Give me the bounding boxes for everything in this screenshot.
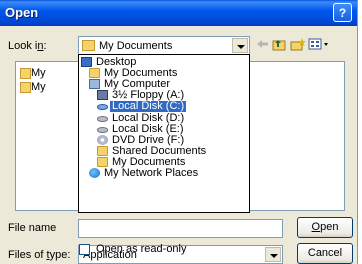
list-item[interactable]: My Pic bbox=[20, 81, 46, 95]
file-name-field[interactable] bbox=[78, 219, 283, 238]
folder-icon bbox=[97, 156, 108, 167]
desktop-icon bbox=[81, 57, 92, 67]
files-of-type-label: Files of type: bbox=[8, 249, 71, 261]
disk-icon bbox=[97, 126, 108, 133]
dialog-title: Open bbox=[5, 5, 39, 20]
open-readonly-checkbox[interactable] bbox=[79, 244, 90, 255]
dropdown-item[interactable]: Local Disk (C:) bbox=[79, 100, 249, 113]
dropdown-item[interactable]: My Network Places bbox=[79, 168, 249, 179]
back-arrow-icon[interactable] bbox=[256, 38, 272, 52]
folder-icon bbox=[20, 67, 31, 79]
dropdown-item-label: My Network Places bbox=[104, 167, 199, 179]
folder-icon bbox=[97, 145, 108, 156]
look-in-value: My Documents bbox=[99, 40, 173, 52]
dropdown-item[interactable]: Local Disk (E:) bbox=[79, 122, 249, 135]
up-folder-icon[interactable] bbox=[272, 38, 288, 52]
floppy-icon bbox=[97, 90, 108, 101]
computer-icon bbox=[89, 79, 100, 90]
folder-icon bbox=[82, 40, 95, 51]
open-readonly-label: Open as read-only bbox=[96, 243, 187, 255]
title-bar[interactable]: Open ? bbox=[0, 0, 357, 26]
dropdown-item[interactable]: Local Disk (D:) bbox=[79, 111, 249, 124]
help-button[interactable]: ? bbox=[333, 3, 352, 22]
folder-icon bbox=[20, 81, 31, 93]
disk-icon bbox=[97, 104, 108, 111]
list-item[interactable]: My Mu bbox=[20, 67, 46, 81]
dropdown-item-label: Local Disk (C:) bbox=[110, 100, 187, 113]
chevron-down-icon[interactable] bbox=[232, 38, 248, 53]
dropdown-item-label: Local Disk (D:) bbox=[112, 111, 185, 124]
look-in-dropdown-list[interactable]: Desktop My Documents My Computer 3½ Floppy … bbox=[78, 54, 250, 213]
cancel-button[interactable]: Cancel bbox=[297, 243, 353, 264]
chevron-down-icon[interactable] bbox=[265, 247, 281, 262]
new-folder-icon[interactable] bbox=[290, 38, 306, 52]
dropdown-item-label: Local Disk (E:) bbox=[112, 122, 184, 135]
disk-icon bbox=[97, 115, 108, 122]
dvd-icon bbox=[97, 134, 108, 145]
file-name-label: File name bbox=[8, 222, 57, 234]
view-menu-icon[interactable] bbox=[308, 38, 330, 52]
folder-icon bbox=[89, 68, 100, 79]
look-in-label: Look in: bbox=[8, 40, 47, 52]
look-in-combo[interactable]: My Documents bbox=[78, 36, 250, 55]
open-button[interactable]: Open bbox=[297, 217, 353, 238]
network-icon bbox=[89, 168, 100, 178]
